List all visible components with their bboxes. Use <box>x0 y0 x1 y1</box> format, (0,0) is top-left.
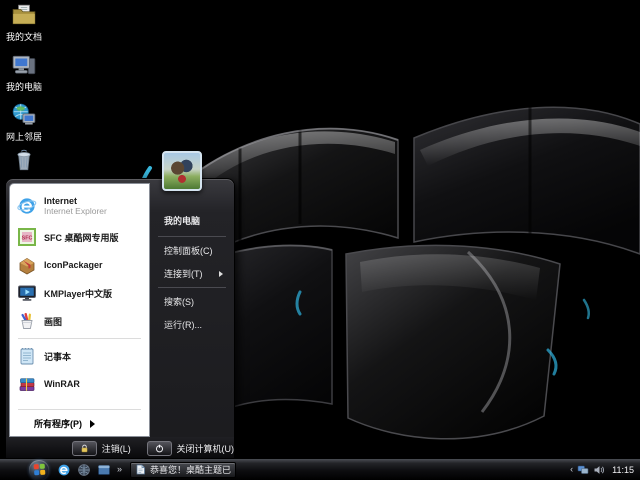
start-menu-left-panel: Internet Internet Explorer SFC SFC 桌酷网专用… <box>9 183 150 437</box>
lock-icon <box>81 444 88 452</box>
recycle-bin-icon <box>17 149 31 171</box>
item-title: WinRAR <box>44 379 80 389</box>
taskbar-task-button[interactable]: 恭喜您！桌酷主题已... <box>130 461 237 478</box>
start-menu-item-kmplayer[interactable]: KMPlayer中文版 <box>10 279 149 307</box>
winrar-icon <box>19 378 35 391</box>
quicklaunch-globe-icon[interactable] <box>77 463 91 477</box>
menu-item-run[interactable]: 运行(R)... <box>153 313 231 336</box>
network-icon[interactable] <box>577 464 589 476</box>
quick-launch: » <box>57 463 122 477</box>
start-menu: Internet Internet Explorer SFC SFC 桌酷网专用… <box>5 151 235 460</box>
separator <box>18 338 141 339</box>
windows-flag-icon <box>33 463 45 476</box>
power-icon <box>155 444 163 452</box>
paint-icon <box>21 312 33 329</box>
item-title: 记事本 <box>44 351 72 362</box>
start-menu-item-notepad[interactable]: 记事本 <box>10 342 149 370</box>
shutdown-label[interactable]: 关闭计算机(U) <box>177 442 235 455</box>
item-title: SFC 桌酷网专用版 <box>44 232 119 243</box>
menu-item-label: 连接到(T) <box>164 269 203 279</box>
start-menu-footer: 注销(L) 关闭计算机(U) <box>6 437 234 459</box>
logoff-label[interactable]: 注销(L) <box>102 442 131 455</box>
desktop-icon-recycle-bin[interactable] <box>2 147 46 173</box>
desktop: 我的文档 我的电脑 网上邻居 Internet Internet Explore… <box>0 0 640 480</box>
quicklaunch-internet-explorer-icon[interactable] <box>57 463 71 477</box>
user-avatar[interactable] <box>162 151 202 191</box>
iconpackager-icon <box>19 258 35 275</box>
chevron-right-icon <box>219 270 223 277</box>
menu-item-connect-to[interactable]: 连接到(T) <box>153 262 231 285</box>
menu-item-label: 控制面板(C) <box>164 246 213 256</box>
menu-item-label: 运行(R)... <box>164 320 202 330</box>
start-menu-right-panel: 我的电脑 控制面板(C) 连接到(T) 搜索(S) 运行(R)... <box>153 183 231 437</box>
task-button-label: 恭喜您！桌酷主题已... <box>150 465 232 475</box>
desktop-icon-network-places[interactable]: 网上邻居 <box>2 102 46 143</box>
svg-text:SFC: SFC <box>22 235 33 241</box>
separator <box>158 236 226 237</box>
menu-item-label: 我的电脑 <box>164 216 201 226</box>
notepad-icon <box>20 348 34 365</box>
desktop-icon-label: 我的文档 <box>5 32 42 42</box>
item-title: IconPackager <box>44 260 103 270</box>
desktop-icon-my-computer[interactable]: 我的电脑 <box>2 52 46 93</box>
item-subtitle: Internet Explorer <box>44 206 107 216</box>
taskbar: » 恭喜您！桌酷主题已... ‹ 11:15 <box>0 458 640 480</box>
separator <box>158 287 226 288</box>
power-button[interactable] <box>146 440 172 456</box>
item-title: 画图 <box>44 316 63 327</box>
start-menu-item-internet[interactable]: Internet Internet Explorer <box>10 189 149 223</box>
start-button[interactable] <box>29 459 49 480</box>
menu-item-my-computer[interactable]: 我的电脑 <box>153 209 231 234</box>
desktop-icon-label: 网上邻居 <box>5 132 42 142</box>
start-menu-item-winrar[interactable]: WinRAR <box>10 370 149 398</box>
all-programs-button[interactable]: 所有程序(P) <box>10 413 149 433</box>
menu-item-label: 搜索(S) <box>164 297 194 307</box>
desktop-icon-my-documents[interactable]: 我的文档 <box>2 2 46 43</box>
item-title: Internet <box>44 196 78 206</box>
my-computer-icon <box>12 55 36 75</box>
quicklaunch-overflow-chevron[interactable]: » <box>117 465 122 474</box>
taskbar-clock[interactable]: 11:15 <box>612 465 634 475</box>
network-places-icon <box>12 103 36 125</box>
system-tray: ‹ 11:15 <box>570 464 640 476</box>
menu-item-search[interactable]: 搜索(S) <box>153 290 231 313</box>
kmplayer-icon <box>18 285 36 301</box>
document-icon <box>136 464 145 475</box>
sfc-zhuoku-icon: SFC <box>18 228 36 246</box>
desktop-icon-label: 我的电脑 <box>5 82 42 92</box>
lock-button[interactable] <box>72 440 97 456</box>
tray-collapse-chevron[interactable]: ‹ <box>570 465 573 474</box>
internet-explorer-icon <box>17 198 37 214</box>
start-menu-item-iconpackager[interactable]: IconPackager <box>10 251 149 279</box>
start-menu-item-sfc-zhuoku[interactable]: SFC SFC 桌酷网专用版 <box>10 223 149 251</box>
all-programs-label: 所有程序(P) <box>34 419 82 429</box>
my-documents-icon <box>12 4 36 25</box>
item-title: KMPlayer中文版 <box>44 288 113 299</box>
separator <box>18 409 141 410</box>
quicklaunch-window-icon[interactable] <box>97 463 111 477</box>
volume-icon[interactable] <box>593 464 605 476</box>
start-menu-item-paint[interactable]: 画图 <box>10 307 149 335</box>
chevron-right-icon <box>90 419 95 428</box>
menu-item-control-panel[interactable]: 控制面板(C) <box>153 239 231 262</box>
